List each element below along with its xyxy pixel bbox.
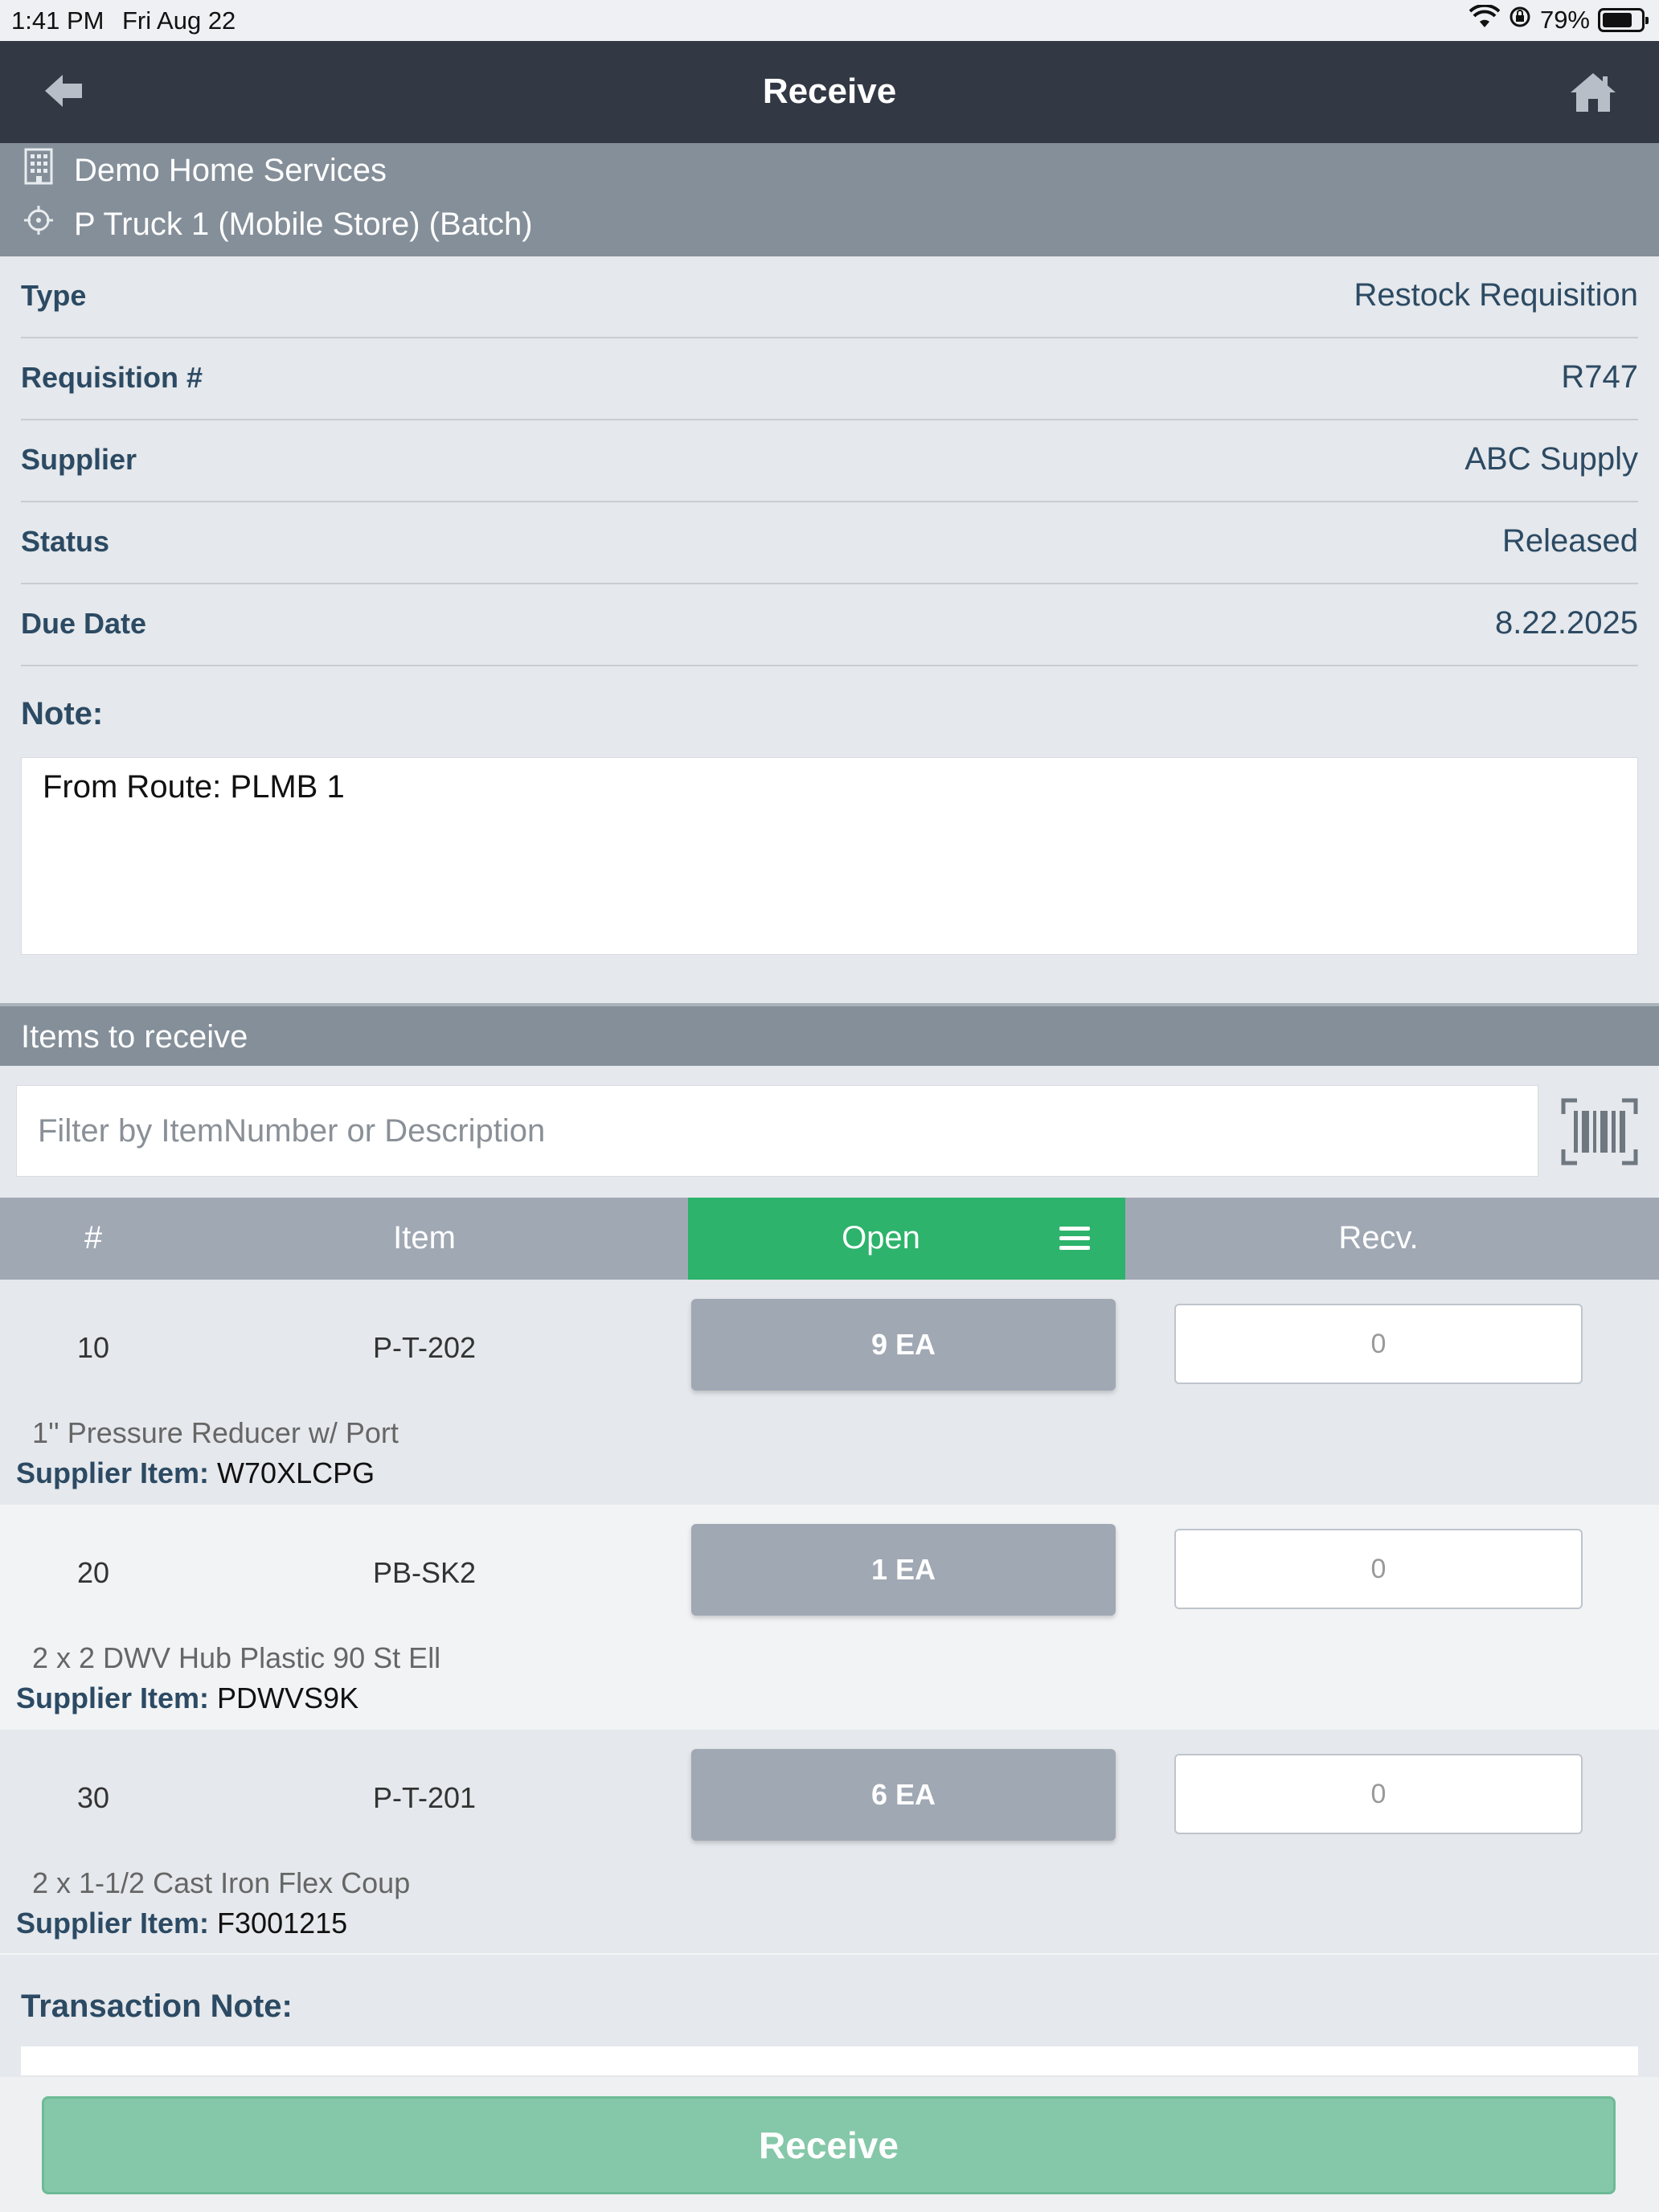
building-icon	[23, 148, 55, 193]
recv-qty-input[interactable]	[1174, 1529, 1583, 1609]
orientation-lock-icon	[1508, 5, 1532, 35]
store-name: P Truck 1 (Mobile Store) (Batch)	[74, 206, 533, 242]
filter-input[interactable]	[16, 1085, 1538, 1177]
row-item-number: P-T-202	[372, 1331, 477, 1364]
detail-label: Supplier	[21, 443, 137, 476]
crosshair-icon	[23, 204, 55, 244]
nav-bar: Receive	[0, 41, 1659, 143]
row-item-number: PB-SK2	[372, 1556, 477, 1589]
detail-label: Status	[21, 525, 110, 558]
home-icon[interactable]	[1569, 72, 1617, 113]
detail-value: Released	[1501, 523, 1638, 559]
receive-button[interactable]: Receive	[42, 2096, 1616, 2194]
detail-label: Due Date	[21, 607, 147, 640]
company-name: Demo Home Services	[74, 152, 387, 188]
battery-icon	[1598, 8, 1649, 32]
supplier-item-label: Supplier Item:	[16, 1456, 210, 1489]
detail-value: 8.22.2025	[1495, 605, 1638, 641]
row-description: 1'' Pressure Reducer w/ Port	[32, 1416, 399, 1449]
transaction-note-input[interactable]	[21, 2046, 1638, 2075]
column-header-open[interactable]: Open	[688, 1198, 1125, 1280]
requisition-details: Type Restock Requisition Requisition # R…	[0, 256, 1659, 666]
location-header: Demo Home Services P Truck 1 (Mobile Sto…	[0, 143, 1659, 256]
row-line-number: 30	[76, 1781, 110, 1814]
column-header-recv: Recv.	[1338, 1220, 1419, 1256]
recv-qty-input[interactable]	[1174, 1304, 1583, 1384]
battery-percent: 79%	[1539, 6, 1590, 34]
row-supplier-item: Supplier Item: F3001215	[16, 1907, 347, 1940]
detail-label: Requisition #	[21, 361, 203, 394]
wifi-icon	[1469, 3, 1501, 35]
note-label: Note:	[21, 696, 104, 731]
note-textarea[interactable]: From Route: PLMB 1	[21, 757, 1638, 955]
open-qty-button[interactable]: 9 EA	[691, 1299, 1116, 1391]
detail-row-requisition: Requisition # R747	[21, 338, 1638, 420]
status-date: Fri Aug 22	[122, 6, 236, 35]
detail-row-status: Status Released	[21, 502, 1638, 584]
status-bar: 1:41 PM Fri Aug 22 79%	[0, 0, 1659, 41]
detail-value: ABC Supply	[1464, 441, 1638, 477]
detail-label: Type	[21, 279, 87, 312]
column-header-item: Item	[393, 1220, 456, 1256]
transaction-note-label: Transaction Note:	[21, 1989, 293, 2024]
detail-value: R747	[1561, 359, 1638, 395]
detail-row-due-date: Due Date 8.22.2025	[21, 584, 1638, 666]
column-header-num: #	[84, 1220, 103, 1256]
barcode-scan-icon[interactable]	[1561, 1098, 1638, 1165]
column-header-open-label: Open	[842, 1220, 920, 1256]
table-row: 20 PB-SK2 1 EA 2 x 2 DWV Hub Plastic 90 …	[0, 1505, 1659, 1730]
items-table-header: # Item Open Recv.	[0, 1198, 1659, 1280]
recv-qty-input[interactable]	[1174, 1754, 1583, 1834]
hamburger-menu-icon[interactable]	[1059, 1227, 1090, 1251]
supplier-item-value: F3001215	[217, 1907, 348, 1940]
supplier-item-label: Supplier Item:	[16, 1907, 210, 1940]
page-title: Receive	[762, 72, 897, 111]
row-description: 2 x 2 DWV Hub Plastic 90 St Ell	[32, 1641, 441, 1674]
row-line-number: 10	[76, 1331, 110, 1364]
row-item-number: P-T-201	[372, 1781, 477, 1814]
bottom-bar: Receive	[0, 2077, 1659, 2212]
table-row: 30 P-T-201 6 EA 2 x 1-1/2 Cast Iron Flex…	[0, 1730, 1659, 1955]
detail-row-type: Type Restock Requisition	[21, 256, 1638, 338]
supplier-item-label: Supplier Item:	[16, 1682, 210, 1714]
detail-row-supplier: Supplier ABC Supply	[21, 420, 1638, 502]
supplier-item-value: PDWVS9K	[217, 1682, 359, 1714]
open-qty-button[interactable]: 6 EA	[691, 1749, 1116, 1841]
supplier-item-value: W70XLCPG	[217, 1456, 375, 1489]
table-row: 10 P-T-202 9 EA 1'' Pressure Reducer w/ …	[0, 1280, 1659, 1505]
open-qty-button[interactable]: 1 EA	[691, 1524, 1116, 1616]
row-supplier-item: Supplier Item: PDWVS9K	[16, 1682, 358, 1715]
items-section-header: Items to receive	[0, 1003, 1659, 1066]
detail-value: Restock Requisition	[1354, 277, 1639, 313]
row-description: 2 x 1-1/2 Cast Iron Flex Coup	[32, 1866, 411, 1899]
status-time: 1:41 PM	[11, 6, 104, 35]
row-supplier-item: Supplier Item: W70XLCPG	[16, 1456, 375, 1490]
row-line-number: 20	[76, 1556, 110, 1589]
